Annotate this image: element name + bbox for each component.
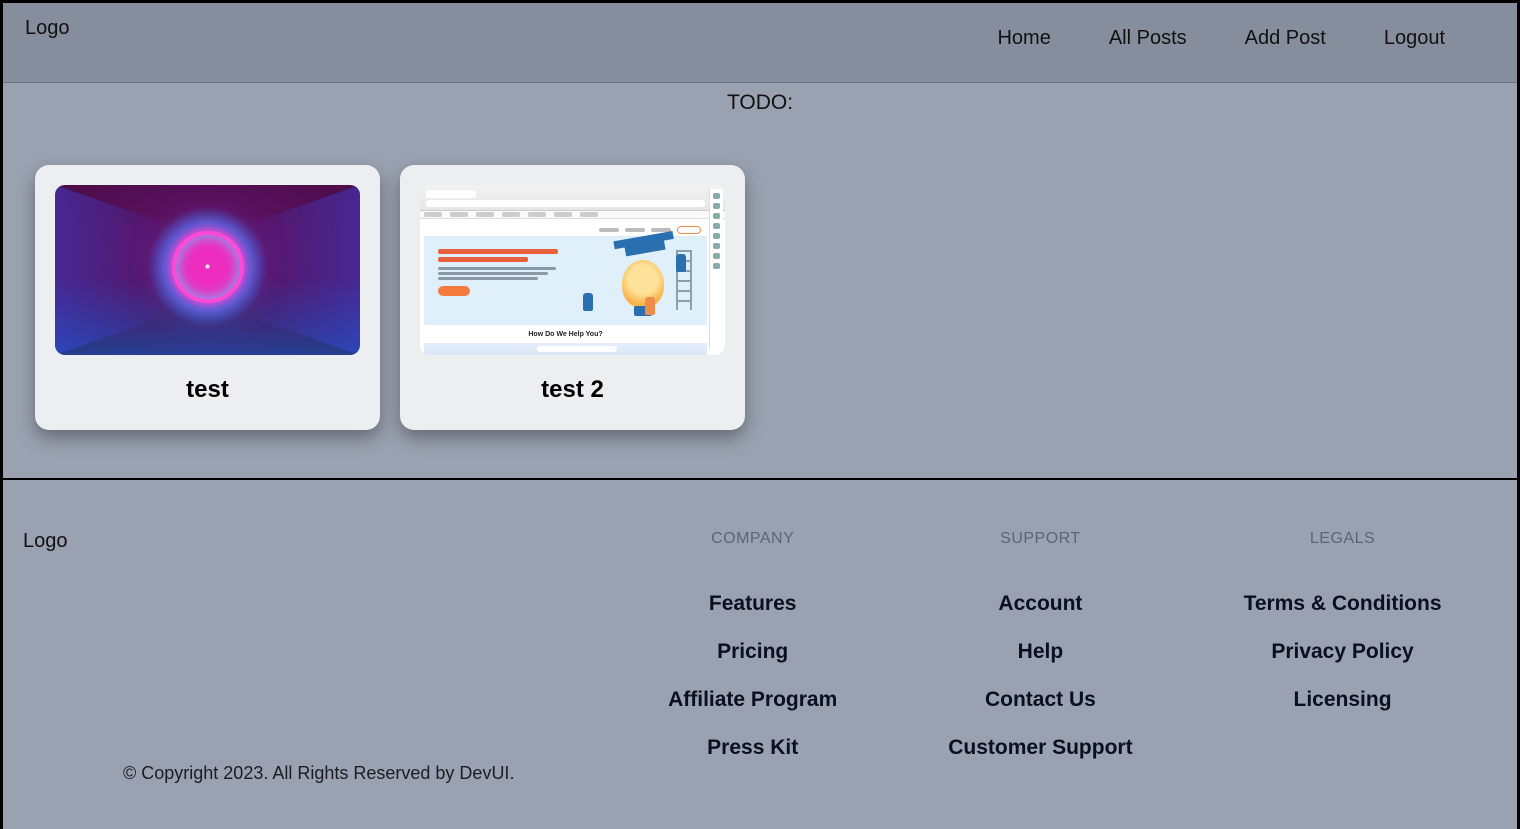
- neon-ring-icon: [172, 231, 244, 303]
- post-card[interactable]: How Do We Help You? test 2: [400, 165, 745, 430]
- todo-heading: TODO:: [3, 91, 1517, 115]
- footer-link-terms[interactable]: Terms & Conditions: [1244, 592, 1442, 616]
- footer-link-affiliate[interactable]: Affiliate Program: [668, 688, 837, 712]
- person-icon: [645, 297, 655, 315]
- footer-column-company: COMPANY Features Pricing Affiliate Progr…: [668, 530, 837, 784]
- taskbar-icon: [424, 343, 707, 355]
- post-card[interactable]: test: [35, 165, 380, 430]
- footer: Logo © Copyright 2023. All Rights Reserv…: [3, 480, 1517, 814]
- side-rail-icon: [709, 189, 723, 349]
- footer-heading: SUPPORT: [1000, 530, 1081, 548]
- person-icon: [676, 254, 686, 272]
- post-thumbnail: [55, 185, 360, 355]
- footer-column-support: SUPPORT Account Help Contact Us Customer…: [948, 530, 1132, 784]
- browser-chrome-icon: [420, 185, 725, 211]
- hero-illustration-icon: [560, 223, 707, 325]
- copyright-text: © Copyright 2023. All Rights Reserved by…: [23, 763, 613, 784]
- footer-link-privacy[interactable]: Privacy Policy: [1271, 640, 1413, 664]
- main-nav: Home All Posts Add Post Logout: [997, 13, 1495, 50]
- footer-link-customer[interactable]: Customer Support: [948, 736, 1132, 760]
- footer-link-account[interactable]: Account: [998, 592, 1082, 616]
- lightbulb-icon: [622, 260, 664, 308]
- footer-logo[interactable]: Logo: [23, 530, 613, 553]
- footer-link-pricing[interactable]: Pricing: [717, 640, 788, 664]
- footer-link-contact[interactable]: Contact Us: [985, 688, 1096, 712]
- nav-add-post[interactable]: Add Post: [1245, 27, 1326, 50]
- cta-button-icon: [438, 286, 470, 296]
- header: Logo Home All Posts Add Post Logout: [3, 3, 1517, 83]
- footer-heading: COMPANY: [711, 530, 794, 548]
- hero-text-icon: [424, 223, 560, 325]
- main-content: TODO: test: [3, 83, 1517, 829]
- footer-link-press[interactable]: Press Kit: [707, 736, 798, 760]
- post-grid: test: [3, 165, 1517, 478]
- graduation-cap-icon: [624, 240, 665, 257]
- nav-all-posts[interactable]: All Posts: [1109, 27, 1187, 50]
- logo[interactable]: Logo: [25, 13, 70, 40]
- post-title: test 2: [420, 376, 725, 404]
- footer-link-licensing[interactable]: Licensing: [1294, 688, 1392, 712]
- footer-link-help[interactable]: Help: [1018, 640, 1064, 664]
- bookmark-bar-icon: [420, 211, 725, 219]
- person-icon: [583, 293, 593, 311]
- nav-logout[interactable]: Logout: [1384, 27, 1445, 50]
- post-title: test: [55, 376, 360, 404]
- footer-column-legals: LEGALS Terms & Conditions Privacy Policy…: [1244, 530, 1442, 784]
- post-thumbnail: How Do We Help You?: [420, 185, 725, 355]
- footer-link-features[interactable]: Features: [709, 592, 797, 616]
- browser-page-icon: [424, 223, 707, 325]
- footer-heading: LEGALS: [1310, 530, 1375, 548]
- help-heading-icon: How Do We Help You?: [424, 325, 707, 343]
- nav-home[interactable]: Home: [997, 27, 1050, 50]
